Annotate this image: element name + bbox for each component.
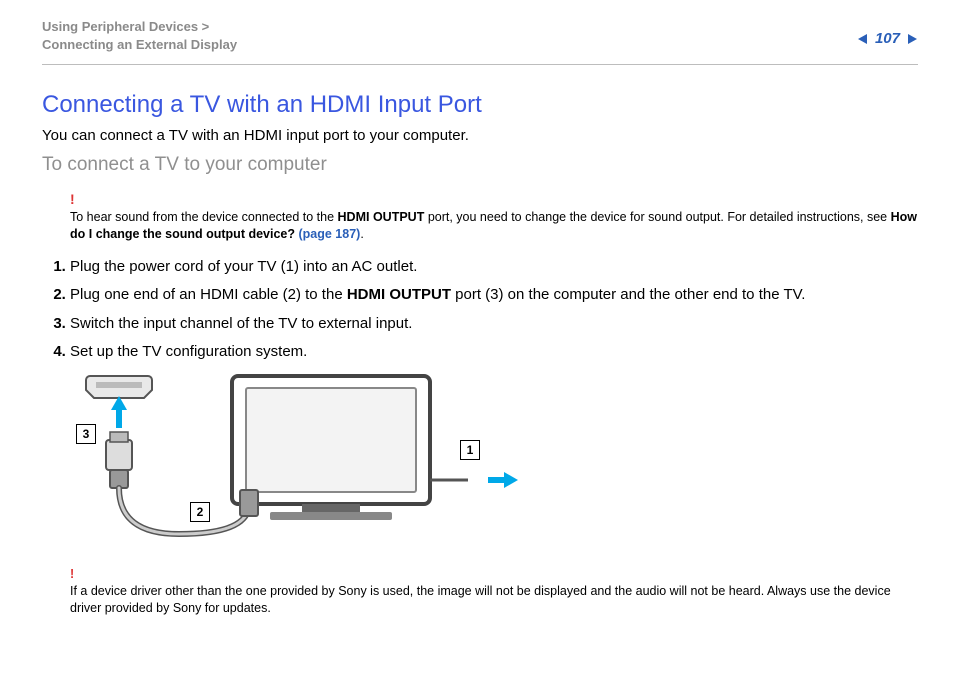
- callout-1: 1: [460, 440, 480, 460]
- step-2-text-b: port (3) on the computer and the other e…: [451, 286, 805, 303]
- connection-diagram: 1 2 3: [70, 370, 530, 556]
- callout-2: 2: [190, 502, 210, 522]
- note-text-b: port, you need to change the device for …: [424, 210, 890, 224]
- note-driver-warning: ! If a device driver other than the one …: [42, 566, 918, 617]
- intro-text: You can connect a TV with an HDMI input …: [42, 127, 918, 144]
- step-1: Plug the power cord of your TV (1) into …: [70, 257, 918, 277]
- note-text-c: .: [360, 227, 363, 241]
- step-4: Set up the TV configuration system.: [70, 342, 918, 362]
- step-3: Switch the input channel of the TV to ex…: [70, 314, 918, 334]
- tv-icon: [232, 376, 430, 520]
- warning-icon: !: [70, 566, 918, 583]
- note-text-a: To hear sound from the device connected …: [70, 210, 338, 224]
- warning-icon: !: [70, 190, 918, 209]
- note-link-page-187[interactable]: (page 187): [298, 227, 360, 241]
- page-title: Connecting a TV with an HDMI Input Port: [42, 91, 918, 119]
- page-header: Using Peripheral Devices > Connecting an…: [0, 0, 954, 62]
- pager-prev-icon[interactable]: [857, 33, 869, 45]
- steps-list: Plug the power cord of your TV (1) into …: [42, 257, 918, 362]
- arrow-up-icon: [111, 396, 127, 428]
- section-subhead: To connect a TV to your computer: [42, 154, 918, 176]
- step-2: Plug one end of an HDMI cable (2) to the…: [70, 285, 918, 305]
- note-sound-output: ! To hear sound from the device connecte…: [42, 190, 918, 243]
- note2-text: If a device driver other than the one pr…: [70, 584, 891, 615]
- pager-next-icon[interactable]: [906, 33, 918, 45]
- diagram-svg: [70, 370, 530, 556]
- note-bold-a: HDMI OUTPUT: [338, 210, 425, 224]
- arrow-right-icon: [488, 472, 518, 488]
- page-root: Using Peripheral Devices > Connecting an…: [0, 0, 954, 674]
- page-number: 107: [875, 30, 900, 47]
- step-2-bold: HDMI OUTPUT: [347, 286, 451, 303]
- content: Connecting a TV with an HDMI Input Port …: [0, 65, 954, 616]
- pager: 107: [857, 30, 918, 47]
- callout-3: 3: [76, 424, 96, 444]
- hdmi-port-icon: [86, 376, 152, 398]
- step-2-text-a: Plug one end of an HDMI cable (2) to the: [70, 286, 347, 303]
- breadcrumb-line-1: Using Peripheral Devices >: [42, 18, 237, 36]
- breadcrumb: Using Peripheral Devices > Connecting an…: [42, 18, 237, 54]
- breadcrumb-line-2: Connecting an External Display: [42, 36, 237, 54]
